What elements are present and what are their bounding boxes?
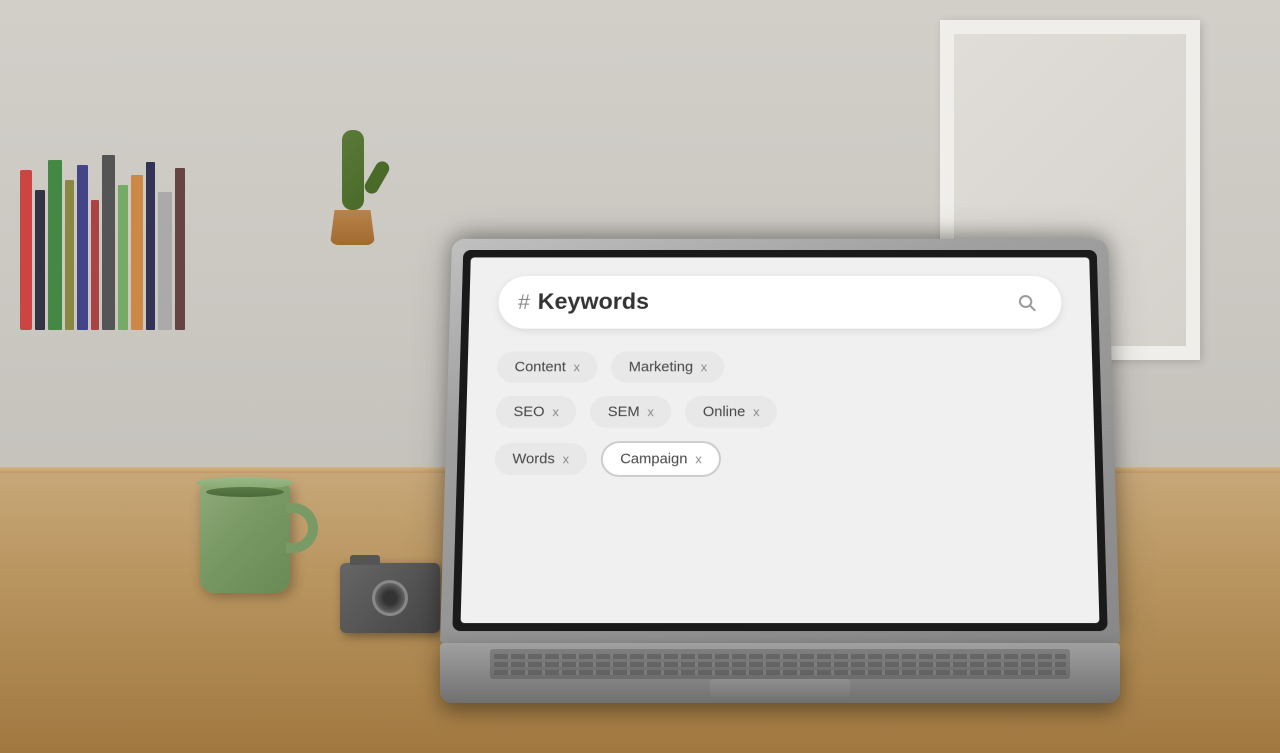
mug-body <box>200 483 290 593</box>
laptop: # Keywords <box>430 223 1130 703</box>
mug-inner <box>206 487 284 497</box>
book-2 <box>35 190 45 330</box>
book-1 <box>20 170 32 330</box>
tag-campaign-label: Campaign <box>620 451 687 467</box>
book-12 <box>175 168 185 330</box>
cactus <box>330 130 375 245</box>
tag-seo[interactable]: SEO x <box>495 396 576 428</box>
book-10 <box>146 162 155 330</box>
camera-body <box>340 563 440 633</box>
bookshelf-books <box>20 130 185 330</box>
keyboard-row-2 <box>494 662 1066 667</box>
book-11 <box>158 192 172 330</box>
laptop-screen: # Keywords <box>461 257 1100 623</box>
camera-lens <box>372 580 408 616</box>
book-8 <box>118 185 128 330</box>
tag-content[interactable]: Content x <box>497 351 598 382</box>
keyboard-row-3 <box>494 670 1066 675</box>
laptop-keyboard <box>490 649 1070 679</box>
tag-words-label: Words <box>512 451 555 467</box>
tag-online-label: Online <box>703 404 746 420</box>
tag-marketing[interactable]: Marketing x <box>611 351 725 382</box>
tag-online[interactable]: Online x <box>685 396 777 428</box>
book-4 <box>65 180 74 330</box>
tag-content-close[interactable]: x <box>574 360 581 374</box>
tag-campaign[interactable]: Campaign x <box>600 441 721 477</box>
tag-sem[interactable]: SEM x <box>590 396 672 428</box>
laptop-screen-assembly: # Keywords <box>440 239 1120 643</box>
tags-area: Content x Marketing x SEO <box>494 351 1066 477</box>
tag-campaign-close[interactable]: x <box>695 452 702 466</box>
search-input-text[interactable]: Keywords <box>537 289 1011 315</box>
keyboard-row-1 <box>494 654 1066 659</box>
camera <box>340 563 440 633</box>
tags-row-3: Words x Campaign x <box>494 441 1066 477</box>
tag-words-close[interactable]: x <box>562 452 569 466</box>
book-5 <box>77 165 88 330</box>
tag-words[interactable]: Words x <box>494 443 587 475</box>
laptop-bezel: # Keywords <box>452 250 1107 631</box>
camera-top <box>350 555 380 565</box>
cactus-pot <box>330 210 375 245</box>
tag-seo-close[interactable]: x <box>552 405 559 419</box>
tags-row-2: SEO x SEM x Online x <box>495 396 1064 428</box>
tag-sem-close[interactable]: x <box>647 405 654 419</box>
book-6 <box>91 200 99 330</box>
tag-marketing-close[interactable]: x <box>701 360 707 374</box>
search-bar[interactable]: # Keywords <box>498 276 1062 329</box>
hash-symbol: # <box>518 290 530 314</box>
tag-content-label: Content <box>514 359 566 375</box>
keyboard-rows <box>494 653 1066 675</box>
tags-row-1: Content x Marketing x <box>497 351 1064 382</box>
book-3 <box>48 160 62 330</box>
search-icon[interactable] <box>1011 287 1043 317</box>
coffee-mug <box>200 483 290 593</box>
tag-sem-label: SEM <box>608 404 640 420</box>
book-7 <box>102 155 115 330</box>
tag-online-close[interactable]: x <box>753 405 759 419</box>
tag-marketing-label: Marketing <box>629 359 693 375</box>
laptop-trackpad[interactable] <box>710 679 850 697</box>
tag-seo-label: SEO <box>513 404 544 420</box>
book-9 <box>131 175 143 330</box>
scene: # Keywords <box>0 0 1280 753</box>
laptop-base <box>440 643 1120 703</box>
cactus-body <box>342 130 364 210</box>
